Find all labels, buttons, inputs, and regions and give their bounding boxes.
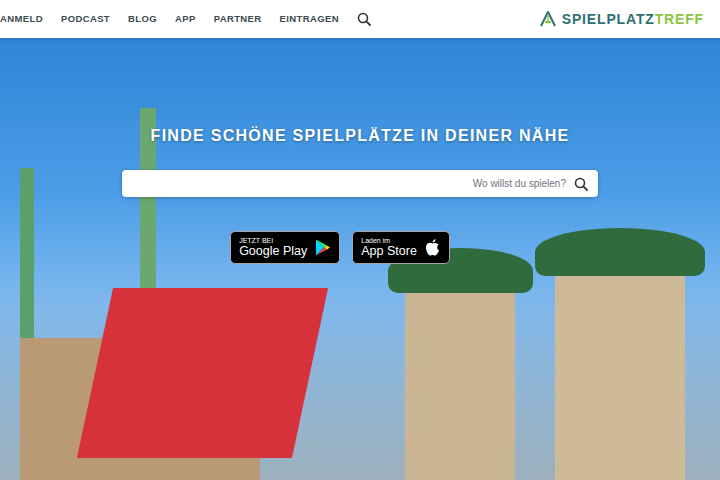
- search-input[interactable]: [132, 170, 566, 197]
- search-button[interactable]: [574, 177, 588, 191]
- nav-item[interactable]: BLOG: [128, 12, 157, 26]
- badge-text: JETZT BEIGoogle Play: [239, 237, 307, 259]
- nav-search-button[interactable]: [357, 12, 371, 26]
- hero-photo: FINDE SCHÖNE SPIELPLÄTZE IN DEINER NÄHE J…: [0, 38, 720, 480]
- nav-item[interactable]: APP: [175, 12, 196, 26]
- top-navbar: ANMELD PODCAST BLOG APP PARTNER EINTRAGEN SPIE…: [0, 0, 720, 38]
- badge-caption: Laden im: [361, 237, 417, 245]
- logo-wordmark: SPIELPLATZTREFF: [562, 9, 704, 30]
- playground-shape: [140, 108, 156, 480]
- badge-store-name: Google Play: [239, 244, 307, 258]
- playground-shape: [20, 338, 260, 480]
- google-play-badge[interactable]: JETZT BEIGoogle Play: [230, 231, 340, 264]
- search-icon: [357, 12, 371, 26]
- apple-icon: [424, 238, 441, 257]
- hero-content: FINDE SCHÖNE SPIELPLÄTZE IN DEINER NÄHE J…: [0, 38, 720, 264]
- nav-item[interactable]: PARTNER: [214, 12, 262, 26]
- playground-shape: [535, 228, 705, 276]
- nav-menu: ANMELD PODCAST BLOG APP PARTNER EINTRAGEN: [0, 12, 371, 26]
- playground-shape: [555, 243, 685, 480]
- app-store-badge[interactable]: Laden imApp Store: [352, 231, 450, 264]
- store-badges: JETZT BEIGoogle Play Laden imApp Store: [230, 231, 450, 264]
- logo-text: TREFF: [655, 11, 704, 27]
- playground-shape: [77, 288, 328, 458]
- badge-caption: JETZT BEI: [239, 237, 307, 245]
- playground-shape: [405, 263, 515, 480]
- nav-item[interactable]: ANMELD: [0, 12, 43, 26]
- hero-heading: FINDE SCHÖNE SPIELPLÄTZE IN DEINER NÄHE: [151, 126, 570, 145]
- badge-store-name: App Store: [361, 244, 417, 258]
- swing-logo-icon: [539, 10, 557, 28]
- search-bar: [122, 170, 598, 197]
- nav-item[interactable]: EINTRAGEN: [280, 12, 339, 26]
- logo-text: SPIELPLATZ: [562, 11, 655, 27]
- badge-text: Laden imApp Store: [361, 237, 417, 259]
- site-logo[interactable]: SPIELPLATZTREFF: [539, 9, 704, 30]
- nav-item[interactable]: PODCAST: [61, 12, 110, 26]
- search-icon: [574, 177, 588, 191]
- google-play-icon: [314, 238, 331, 257]
- playground-shape: [20, 168, 34, 480]
